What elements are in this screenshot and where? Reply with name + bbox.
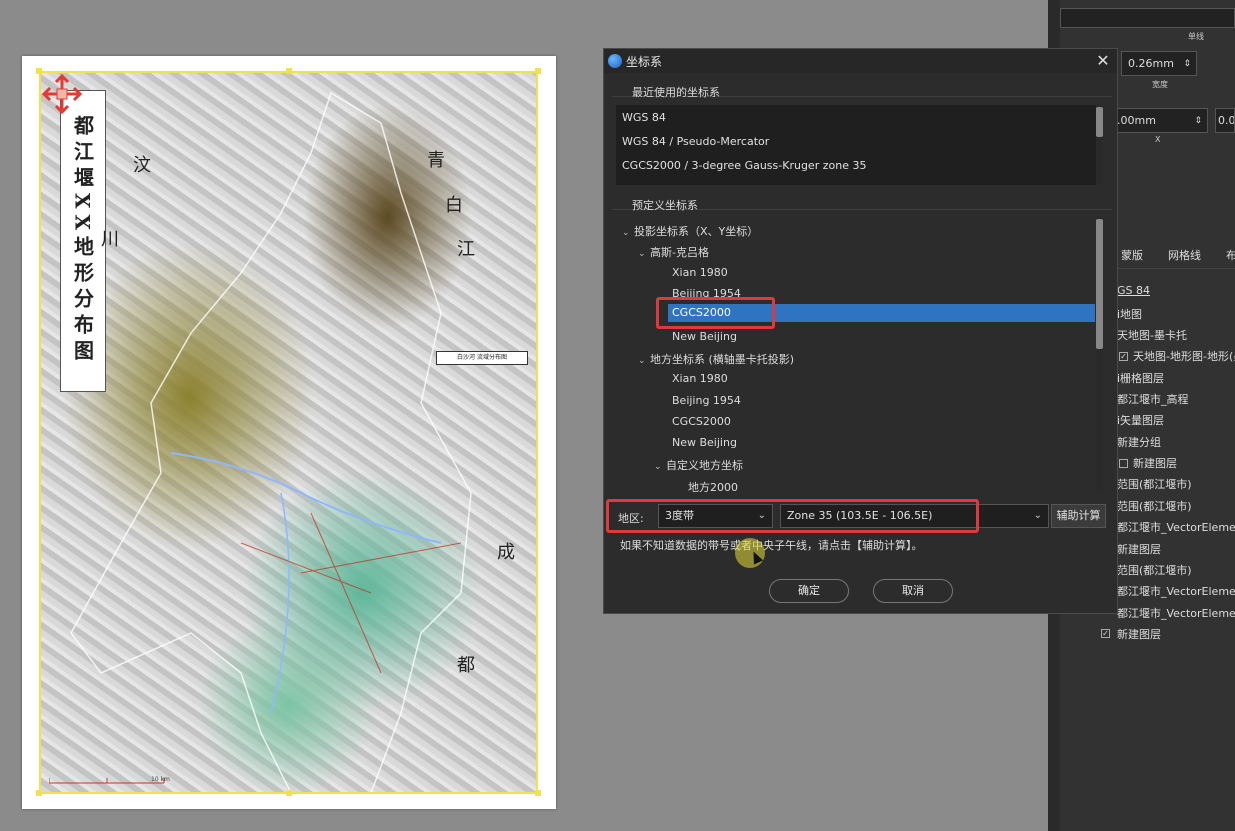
layer-checkbox[interactable] [1119, 459, 1128, 468]
line-width-value: 0.26mm [1128, 57, 1174, 70]
place-label-jiang: 江 [457, 239, 475, 260]
resize-handle-bottom[interactable] [286, 790, 292, 796]
x-offset-value: .00mm [1117, 114, 1156, 127]
layer-checkbox[interactable]: ✓ [1119, 352, 1128, 361]
tree-leaf[interactable]: Xian 1980 [672, 266, 728, 279]
recent-crs-item[interactable]: CGCS2000 / 3-degree Gauss-Kruger zone 35 [622, 159, 866, 172]
layer-item[interactable]: 新建图层 [1133, 455, 1177, 471]
layer-item[interactable]: GS 84 [1117, 284, 1150, 297]
layer-item[interactable]: 天地图-地形图-地形(墨 [1133, 348, 1235, 364]
recent-scrollbar[interactable] [1096, 105, 1103, 185]
recent-scroll-thumb[interactable] [1096, 107, 1103, 137]
tab-mask[interactable]: 蒙版 [1121, 247, 1143, 263]
tab-gridlines[interactable]: 网格线 [1168, 247, 1201, 263]
spinner-icon[interactable]: ⇕ [1194, 109, 1202, 133]
ok-button[interactable]: 确定 [769, 579, 849, 603]
recent-crs-list[interactable]: WGS 84 WGS 84 / Pseudo-Mercator CGCS2000… [616, 105, 1103, 185]
chevron-down-icon[interactable]: ⌄ [638, 356, 650, 366]
crs-tree[interactable]: ⌄ 投影坐标系（X、Y坐标） ⌄ 高斯-克吕格 Xian 1980 Beijing … [616, 217, 1103, 495]
layer-item[interactable]: 新建图层 [1117, 626, 1161, 642]
layer-item[interactable]: i栅格图层 [1117, 370, 1164, 386]
tree-node-custom[interactable]: ⌄ 自定义地方坐标 [654, 457, 743, 473]
dialog-title: 坐标系 [626, 55, 663, 69]
place-label-wen: 汶 [133, 155, 151, 176]
place-label-qing: 青 [427, 150, 445, 171]
y-offset-input[interactable]: 0.0 [1215, 108, 1235, 133]
tree-scrollbar[interactable] [1096, 217, 1103, 492]
dialog-titlebar[interactable]: 坐标系 ✕ [604, 49, 1117, 73]
tree-leaf[interactable]: Beijing 1954 [672, 394, 741, 407]
layer-item[interactable]: 范围(都江堰市) [1117, 476, 1192, 492]
layer-item[interactable]: 范围(都江堰市) [1117, 562, 1192, 578]
layer-item[interactable]: 新建分组 [1117, 434, 1161, 450]
chevron-down-icon[interactable]: ⌄ [638, 249, 650, 259]
resize-handle-top[interactable] [286, 68, 292, 74]
tree-leaf[interactable]: Xian 1980 [672, 372, 728, 385]
recent-crs-item[interactable]: WGS 84 / Pseudo-Mercator [622, 135, 769, 148]
resize-handle-br[interactable] [535, 790, 541, 796]
layer-item[interactable]: i地图 [1117, 306, 1142, 322]
tree-node-gauss[interactable]: ⌄ 高斯-克吕格 [638, 244, 709, 260]
layer-item[interactable]: 新建图层 [1117, 541, 1161, 557]
scale-bar [49, 778, 165, 784]
resize-handle-tr[interactable] [535, 68, 541, 74]
terrain-map-graphic [70, 91, 472, 792]
hint-text: 如果不知道数据的带号或者中央子午线，请点击【辅助计算】。 [620, 539, 923, 552]
layer-item[interactable]: 都江堰市_VectorElement [1117, 605, 1235, 621]
x-offset-input[interactable]: .00mm ⇕ [1110, 108, 1208, 133]
tree-node-projected[interactable]: ⌄ 投影坐标系（X、Y坐标） [622, 223, 758, 239]
layer-item[interactable]: i矢量图层 [1117, 412, 1164, 428]
tree-leaf[interactable]: CGCS2000 [672, 415, 731, 428]
layer-item[interactable]: 都江堰市_高程 [1117, 391, 1189, 407]
resize-handle-bl[interactable] [36, 790, 42, 796]
tree-node-local[interactable]: ⌄ 地方坐标系 (横轴墨卡托投影) [638, 351, 794, 367]
layer-item[interactable]: 范围(都江堰市) [1117, 498, 1192, 514]
place-label-bai: 白 [445, 195, 463, 216]
app-logo-icon [608, 54, 622, 68]
line-width-input[interactable]: 0.26mm ⇕ [1121, 51, 1197, 76]
x-offset-label: X [1155, 135, 1161, 144]
y-offset-value: 0.0 [1218, 114, 1235, 127]
layer-item[interactable]: 天地图-墨卡托 [1117, 327, 1187, 343]
cancel-button[interactable]: 取消 [873, 579, 953, 603]
predef-group-title: 预定义坐标系 [632, 199, 698, 212]
tree-leaf[interactable]: New Beijing [672, 330, 737, 343]
place-label-du: 都 [457, 655, 475, 676]
recent-group-title: 最近使用的坐标系 [632, 86, 720, 99]
tree-leaf[interactable]: New Beijing [672, 436, 737, 449]
line-style-label: 单线 [1188, 32, 1204, 41]
map-title-box[interactable]: 都江堰XX地形分布图 [60, 90, 106, 392]
place-label-cheng: 成 [497, 542, 515, 563]
tree-scroll-thumb[interactable] [1096, 219, 1103, 349]
map-frame[interactable]: 都江堰XX地形分布图 汶 川 青 白 江 成 都 白沙河 流域分布图 10 km [39, 71, 538, 794]
recent-crs-item[interactable]: WGS 84 [622, 111, 666, 124]
highlight-box-region [606, 499, 979, 533]
line-width-label: 宽度 [1152, 80, 1168, 89]
assist-calc-button[interactable]: 辅助计算 [1051, 504, 1106, 528]
layer-item[interactable]: 都江堰市_VectorElement [1117, 583, 1235, 599]
tree-leaf[interactable]: 地方2000 [688, 479, 738, 495]
place-label-chuan: 川 [101, 229, 119, 250]
layer-item[interactable]: 都江堰市_VectorElement [1117, 519, 1235, 535]
tab-layout[interactable]: 布 [1226, 247, 1235, 263]
chevron-down-icon[interactable]: ⌄ [622, 228, 634, 238]
chevron-down-icon[interactable]: ⌄ [1034, 505, 1042, 527]
map-callout-label: 白沙河 流域分布图 [436, 351, 528, 365]
map-layout-page[interactable]: 都江堰XX地形分布图 汶 川 青 白 江 成 都 白沙河 流域分布图 10 km [22, 56, 556, 809]
tab-divider [1111, 268, 1235, 269]
spinner-icon[interactable]: ⇕ [1183, 52, 1191, 76]
map-title: 都江堰XX地形分布图 [70, 115, 95, 367]
line-style-preview[interactable] [1060, 8, 1235, 28]
layer-checkbox[interactable]: ✓ [1101, 629, 1110, 638]
highlight-box-cgcs2000 [656, 297, 775, 329]
resize-handle-tl[interactable] [36, 68, 42, 74]
move-icon[interactable] [41, 73, 83, 115]
chevron-down-icon[interactable]: ⌄ [654, 462, 666, 472]
close-icon[interactable]: ✕ [1093, 51, 1113, 71]
